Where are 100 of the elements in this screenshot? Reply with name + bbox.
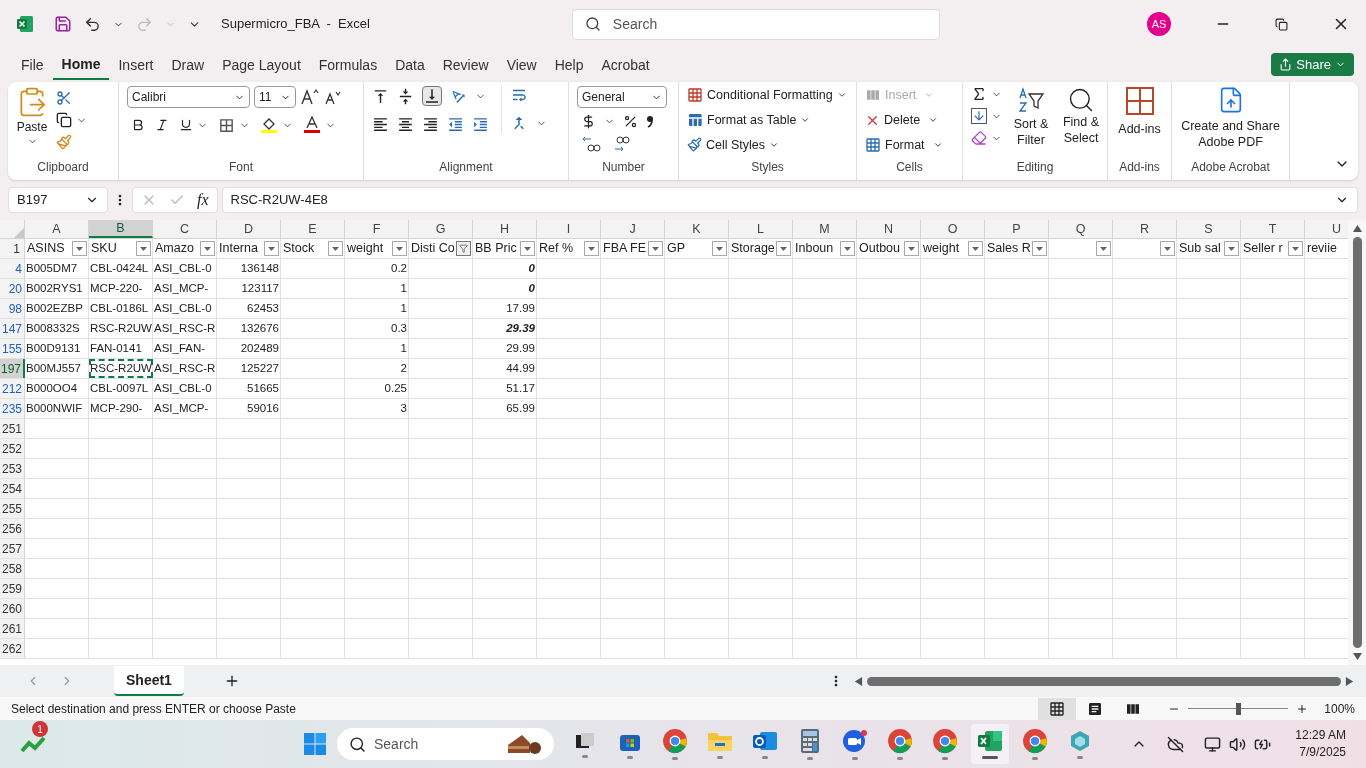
scroll-right-icon[interactable] <box>1344 676 1354 686</box>
zoom-in-icon[interactable] <box>1296 702 1309 715</box>
restore-icon[interactable] <box>1275 17 1288 31</box>
formula-field[interactable]: RSC-R2UW-4E8 <box>221 187 1358 213</box>
row-header[interactable]: 262 <box>0 639 25 658</box>
column-header[interactable]: M <box>793 220 857 238</box>
cut-icon[interactable] <box>56 90 72 106</box>
sort-filter-button[interactable]: Sort & Filter <box>1010 86 1052 148</box>
filter-dropdown-button[interactable] <box>264 241 279 256</box>
row-header[interactable]: 255 <box>0 499 25 518</box>
user-avatar[interactable]: AS <box>1147 12 1171 36</box>
number-format-dropdown[interactable]: General <box>577 86 667 108</box>
fill-color-icon[interactable] <box>260 116 278 134</box>
browser-icon[interactable] <box>1022 728 1048 754</box>
start-icon[interactable] <box>303 732 327 756</box>
row-header[interactable]: 251 <box>0 419 25 438</box>
volume-icon[interactable] <box>1229 735 1247 753</box>
filter-dropdown-button[interactable] <box>392 241 407 256</box>
cloud-offline-icon[interactable] <box>1167 735 1185 753</box>
create-pdf-button[interactable]: Create and Share Adobe PDF <box>1180 86 1281 150</box>
grow-font-icon[interactable] <box>300 88 320 106</box>
network-icon[interactable] <box>1204 735 1222 753</box>
share-button[interactable]: Share <box>1271 53 1354 76</box>
column-header[interactable]: P <box>985 220 1049 238</box>
clear-icon[interactable] <box>971 130 987 146</box>
copy-icon[interactable] <box>56 112 72 128</box>
column-header[interactable]: N <box>857 220 921 238</box>
increase-decimal-icon[interactable] <box>581 135 601 153</box>
row-header[interactable]: 147 <box>0 319 25 338</box>
scroll-down-icon[interactable] <box>1352 652 1362 661</box>
browser-icon[interactable] <box>887 728 913 754</box>
insert-function-icon[interactable]: fx <box>197 188 209 212</box>
filter-dropdown-button[interactable] <box>1288 241 1303 256</box>
video-meeting-icon[interactable] <box>842 728 868 754</box>
row-header[interactable]: 20 <box>0 279 25 298</box>
column-header[interactable]: Q <box>1049 220 1113 238</box>
filter-dropdown-button[interactable] <box>712 241 727 256</box>
column-header[interactable]: S <box>1177 220 1241 238</box>
sheet-tab[interactable]: Sheet1 <box>114 666 184 696</box>
row-header[interactable]: 256 <box>0 519 25 538</box>
ribbon-tab[interactable]: Acrobat <box>592 50 659 80</box>
zoom-level[interactable]: 100% <box>1324 699 1355 718</box>
cells-button[interactable]: Delete <box>865 110 943 130</box>
mail-app-icon[interactable] <box>752 729 778 753</box>
bottom-align-icon[interactable] <box>422 86 442 106</box>
filter-dropdown-button[interactable] <box>840 241 855 256</box>
row-header[interactable]: 258 <box>0 559 25 578</box>
row-header[interactable]: 98 <box>0 299 25 318</box>
paste-button[interactable]: Paste <box>16 86 48 136</box>
column-header[interactable]: B <box>89 220 153 238</box>
filter-dropdown-button[interactable] <box>904 241 919 256</box>
font-size-dropdown[interactable]: 11 <box>254 86 296 108</box>
font-color-icon[interactable] <box>303 116 321 134</box>
horizontal-scrollbar[interactable] <box>853 674 1354 688</box>
taskbar-search-field[interactable]: Search <box>337 728 554 760</box>
column-header[interactable]: F <box>345 220 409 238</box>
normal-view-button[interactable] <box>1038 697 1077 720</box>
format-painter-icon[interactable] <box>56 134 72 150</box>
ribbon-tab[interactable]: File <box>12 50 53 80</box>
clock-date[interactable]: 7/9/2025 <box>1299 744 1346 761</box>
column-header[interactable]: L <box>729 220 793 238</box>
ribbon-tab[interactable]: Draw <box>162 50 214 80</box>
calculator-icon[interactable] <box>800 728 820 754</box>
top-align-icon[interactable] <box>372 87 389 105</box>
styles-button[interactable]: Format as Table <box>687 110 847 130</box>
row-header[interactable]: 252 <box>0 439 25 458</box>
row-header[interactable]: 197 <box>0 359 25 378</box>
ribbon-tab[interactable]: View <box>497 50 546 80</box>
column-header[interactable]: T <box>1241 220 1305 238</box>
ribbon-tab[interactable]: Home <box>52 50 110 80</box>
column-header[interactable]: H <box>473 220 537 238</box>
percent-icon[interactable] <box>623 114 638 129</box>
row-header[interactable]: 254 <box>0 479 25 498</box>
fill-icon[interactable] <box>971 108 987 124</box>
align-center-icon[interactable] <box>397 116 414 133</box>
filter-dropdown-button[interactable] <box>1224 241 1239 256</box>
column-header[interactable]: E <box>281 220 345 238</box>
scroll-up-icon[interactable] <box>1352 224 1362 233</box>
ribbon-tab[interactable]: Page Layout <box>213 50 310 80</box>
column-header[interactable]: D <box>217 220 281 238</box>
row-header[interactable]: 212 <box>0 379 25 398</box>
decrease-decimal-icon[interactable] <box>613 135 633 153</box>
column-header[interactable]: R <box>1113 220 1177 238</box>
scroll-left-icon[interactable] <box>853 676 863 686</box>
vertical-scrollbar[interactable] <box>1348 220 1366 665</box>
ribbon-tab[interactable]: Formulas <box>309 50 387 80</box>
spreadsheet-app-icon[interactable] <box>977 729 1003 753</box>
filter-dropdown-button[interactable] <box>520 241 535 256</box>
currency-icon[interactable] <box>581 114 596 129</box>
row-header[interactable]: 261 <box>0 619 25 638</box>
filter-dropdown-button[interactable] <box>584 241 599 256</box>
row-header[interactable]: 257 <box>0 539 25 558</box>
browser-icon[interactable] <box>932 728 958 754</box>
filter-dropdown-button[interactable] <box>200 241 215 256</box>
middle-align-icon[interactable] <box>397 87 414 105</box>
filter-dropdown-button[interactable] <box>968 241 983 256</box>
column-header[interactable]: I <box>537 220 601 238</box>
filter-dropdown-button[interactable] <box>1096 241 1111 256</box>
autosum-icon[interactable] <box>971 86 987 102</box>
align-right-icon[interactable] <box>422 116 439 133</box>
